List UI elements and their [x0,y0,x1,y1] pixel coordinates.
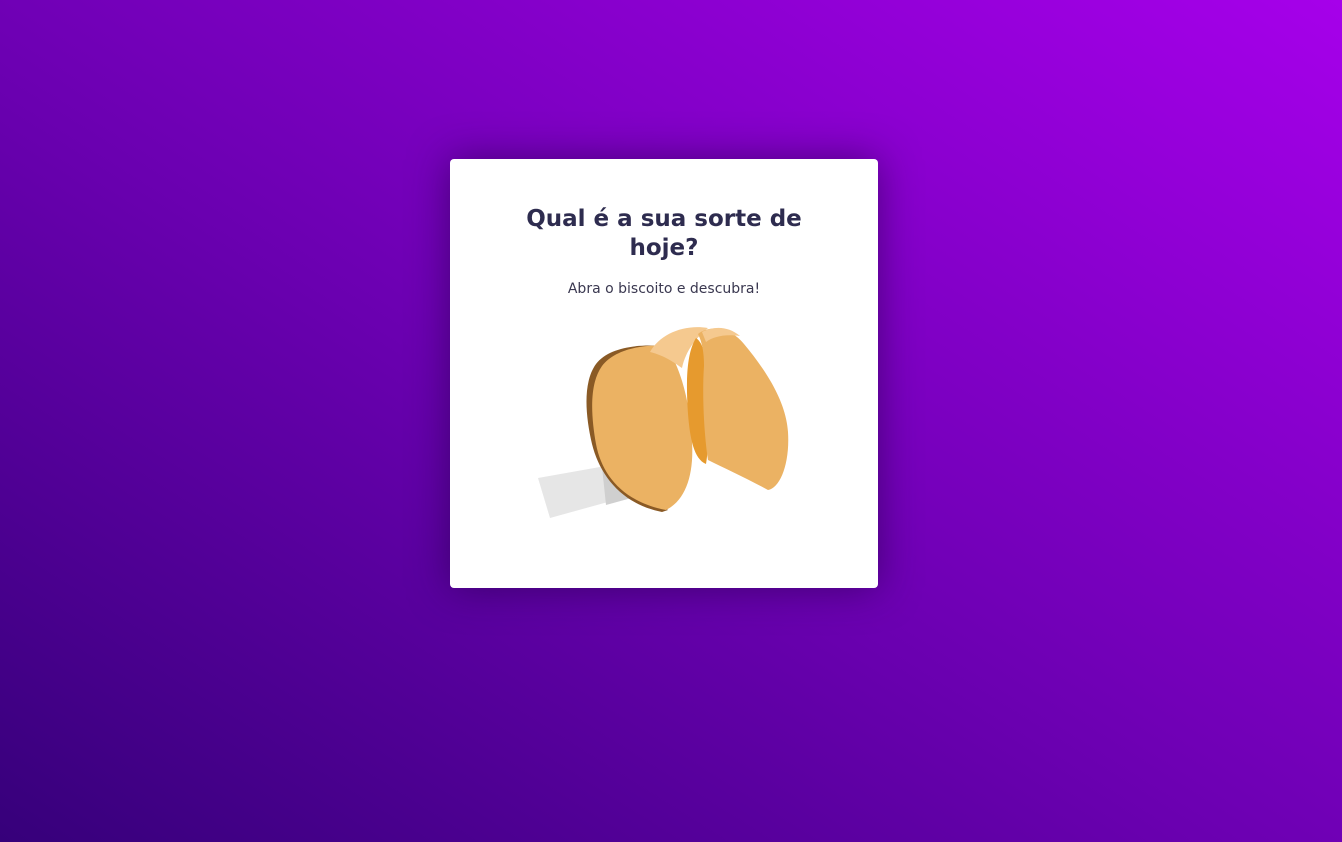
cookie-right-half [698,328,789,490]
fortune-cookie-icon[interactable] [536,324,792,520]
page-title: Qual é a sua sorte de hoje? [526,206,802,261]
page-subtitle: Abra o biscoito e descubra! [567,281,761,297]
fortune-card: Qual é a sua sorte de hoje? Abra o bisco… [450,159,878,588]
